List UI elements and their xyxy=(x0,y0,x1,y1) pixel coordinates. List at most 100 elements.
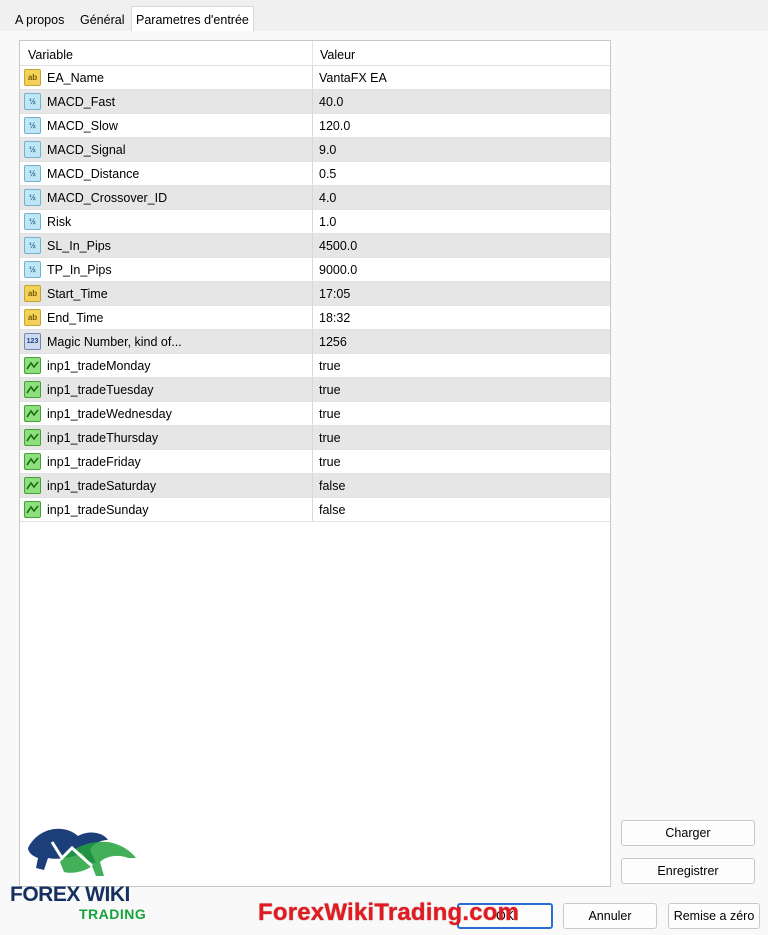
variable-value[interactable]: 9000.0 xyxy=(319,263,357,277)
input-parameters-grid: Variable Valeur ab EA_Name VantaFX EA ½ MACD… xyxy=(19,40,611,887)
bool-icon xyxy=(24,501,41,518)
variable-name: inp1_tradeWednesday xyxy=(47,407,172,421)
tab-a-propos[interactable]: A propos xyxy=(11,9,68,32)
variable-name: inp1_tradeSunday xyxy=(47,503,149,517)
string-icon: ab xyxy=(24,69,41,86)
column-divider[interactable] xyxy=(312,41,313,66)
variable-name: MACD_Slow xyxy=(47,119,118,133)
variable-value[interactable]: 9.0 xyxy=(319,143,336,157)
table-row[interactable]: ½ MACD_Slow 120.0 xyxy=(20,114,610,138)
variable-value[interactable]: true xyxy=(319,359,341,373)
table-row[interactable]: ½ SL_In_Pips 4500.0 xyxy=(20,234,610,258)
variable-name: End_Time xyxy=(47,311,104,325)
variable-name: MACD_Crossover_ID xyxy=(47,191,168,205)
cell-divider xyxy=(312,402,313,425)
grid-rows: ab EA_Name VantaFX EA ½ MACD_Fast 40.0 ½ MACD_S… xyxy=(20,66,610,522)
variable-name: inp1_tradeThursday xyxy=(47,431,159,445)
watermark-text: ForexWikiTrading.com xyxy=(258,899,520,926)
bool-icon xyxy=(24,453,41,470)
variable-name: TP_In_Pips xyxy=(47,263,112,277)
reset-button[interactable]: Remise a zéro xyxy=(668,903,760,929)
cell-divider xyxy=(312,474,313,497)
cell-divider xyxy=(312,330,313,353)
cell-divider xyxy=(312,378,313,401)
table-row[interactable]: ½ MACD_Signal 9.0 xyxy=(20,138,610,162)
string-icon: ab xyxy=(24,309,41,326)
table-row[interactable]: 123 Magic Number, kind of... 1256 xyxy=(20,330,610,354)
bool-icon xyxy=(24,357,41,374)
table-row[interactable]: ½ MACD_Crossover_ID 4.0 xyxy=(20,186,610,210)
variable-value[interactable]: true xyxy=(319,407,341,421)
table-row[interactable]: ab EA_Name VantaFX EA xyxy=(20,66,610,90)
table-row[interactable]: ½ MACD_Fast 40.0 xyxy=(20,90,610,114)
variable-name: SL_In_Pips xyxy=(47,239,111,253)
table-row[interactable]: ½ Risk 1.0 xyxy=(20,210,610,234)
table-row[interactable]: inp1_tradeMonday true xyxy=(20,354,610,378)
column-header-variable[interactable]: Variable xyxy=(28,48,73,62)
cell-divider xyxy=(312,354,313,377)
tab-parametres-entree[interactable]: Parametres d'entrée xyxy=(131,6,254,33)
table-row[interactable]: inp1_tradeThursday true xyxy=(20,426,610,450)
table-row[interactable]: inp1_tradeTuesday true xyxy=(20,378,610,402)
double-icon: ½ xyxy=(24,117,41,134)
variable-name: Magic Number, kind of... xyxy=(47,335,182,349)
variable-name: inp1_tradeTuesday xyxy=(47,383,154,397)
variable-value[interactable]: 40.0 xyxy=(319,95,343,109)
table-row[interactable]: ½ TP_In_Pips 9000.0 xyxy=(20,258,610,282)
variable-name: MACD_Signal xyxy=(47,143,126,157)
logo-subtext: TRADING xyxy=(79,906,147,922)
double-icon: ½ xyxy=(24,237,41,254)
double-icon: ½ xyxy=(24,93,41,110)
variable-value[interactable]: true xyxy=(319,431,341,445)
cancel-button[interactable]: Annuler xyxy=(563,903,657,929)
variable-name: inp1_tradeMonday xyxy=(47,359,151,373)
string-icon: ab xyxy=(24,285,41,302)
bool-icon xyxy=(24,405,41,422)
bool-icon xyxy=(24,381,41,398)
table-row[interactable]: ab Start_Time 17:05 xyxy=(20,282,610,306)
cell-divider xyxy=(312,186,313,209)
variable-name: inp1_tradeSaturday xyxy=(47,479,157,493)
cell-divider xyxy=(312,114,313,137)
table-row[interactable]: inp1_tradeSaturday false xyxy=(20,474,610,498)
bool-icon xyxy=(24,429,41,446)
cell-divider xyxy=(312,66,313,89)
cell-divider xyxy=(312,450,313,473)
cell-divider xyxy=(312,90,313,113)
variable-value[interactable]: 18:32 xyxy=(319,311,350,325)
variable-value[interactable]: false xyxy=(319,479,345,493)
variable-value[interactable]: 120.0 xyxy=(319,119,350,133)
variable-value[interactable]: false xyxy=(319,503,345,517)
double-icon: ½ xyxy=(24,165,41,182)
table-row[interactable]: inp1_tradeSunday false xyxy=(20,498,610,522)
variable-value[interactable]: 4500.0 xyxy=(319,239,357,253)
cell-divider xyxy=(312,498,313,521)
table-row[interactable]: ½ MACD_Distance 0.5 xyxy=(20,162,610,186)
variable-value[interactable]: true xyxy=(319,383,341,397)
cell-divider xyxy=(312,426,313,449)
column-header-value[interactable]: Valeur xyxy=(320,48,355,62)
variable-value[interactable]: true xyxy=(319,455,341,469)
variable-name: Risk xyxy=(47,215,72,229)
table-row[interactable]: ab End_Time 18:32 xyxy=(20,306,610,330)
table-row[interactable]: inp1_tradeWednesday true xyxy=(20,402,610,426)
variable-value[interactable]: 4.0 xyxy=(319,191,336,205)
variable-value[interactable]: VantaFX EA xyxy=(319,71,387,85)
variable-value[interactable]: 1.0 xyxy=(319,215,336,229)
variable-value[interactable]: 1256 xyxy=(319,335,347,349)
variable-value[interactable]: 0.5 xyxy=(319,167,336,181)
table-row[interactable]: inp1_tradeFriday true xyxy=(20,450,610,474)
variable-value[interactable]: 17:05 xyxy=(319,287,350,301)
cell-divider xyxy=(312,210,313,233)
load-button[interactable]: Charger xyxy=(621,820,755,846)
double-icon: ½ xyxy=(24,261,41,278)
tab-general[interactable]: Général xyxy=(76,9,128,32)
save-button[interactable]: Enregistrer xyxy=(621,858,755,884)
variable-name: MACD_Distance xyxy=(47,167,140,181)
cell-divider xyxy=(312,138,313,161)
logo-text: FOREX WIKI xyxy=(10,883,130,906)
cell-divider xyxy=(312,234,313,257)
variable-name: MACD_Fast xyxy=(47,95,116,109)
variable-name: inp1_tradeFriday xyxy=(47,455,141,469)
double-icon: ½ xyxy=(24,141,41,158)
